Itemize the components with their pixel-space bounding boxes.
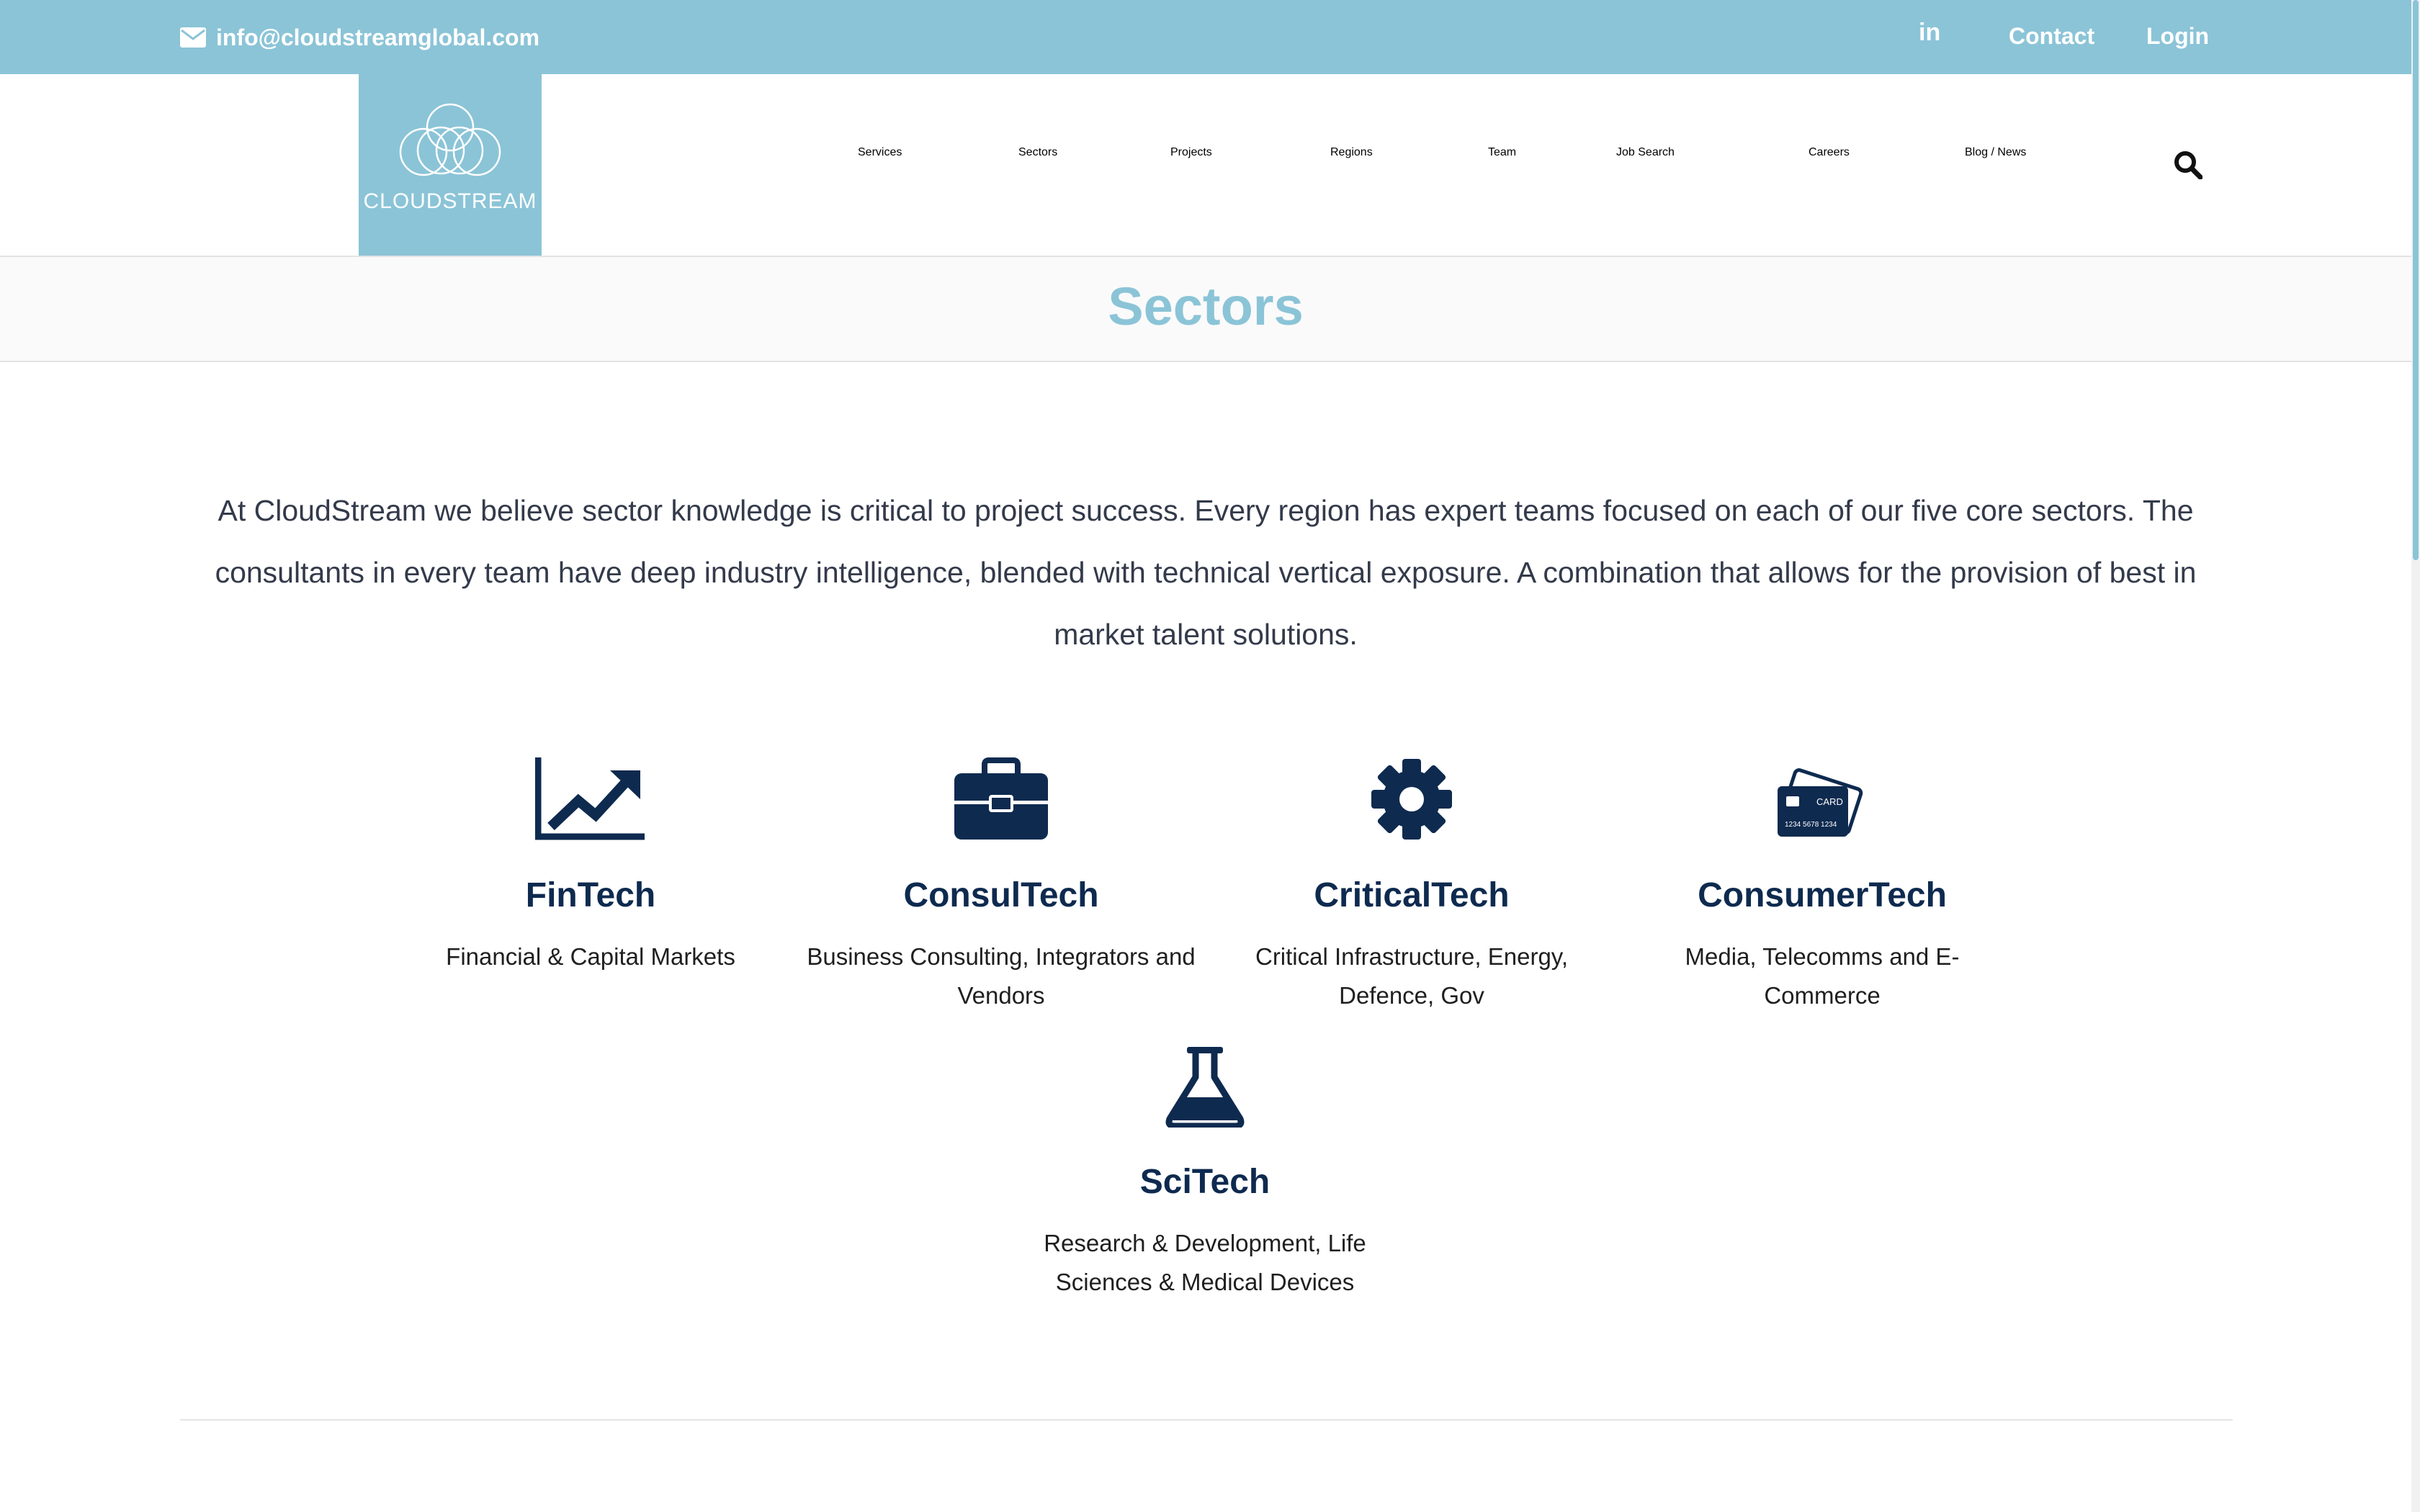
briefcase-icon [954,757,1048,840]
login-link[interactable]: Login [2146,23,2209,50]
sector-consultech[interactable]: ConsulTech Business Consulting, Integrat… [807,750,1196,1015]
page-title: Sectors [1108,276,1304,336]
sector-description: Media, Telecomms and E-Commerce [1685,943,1960,1009]
email-text: info@cloudstreamglobal.com [216,24,540,50]
flask-icon [1165,1047,1245,1128]
gear-icon [1371,759,1452,840]
sector-description: Financial & Capital Markets [446,943,735,970]
sector-name: FinTech [525,876,656,914]
sector-description: Research & Development, Life Sciences & … [1044,1230,1366,1295]
sector-description: Business Consulting, Integrators and Ven… [807,943,1196,1009]
contact-link[interactable]: Contact [2009,23,2094,50]
sector-name: ConsumerTech [1698,876,1947,914]
scrollbar-thumb[interactable] [2413,0,2419,560]
sector-name: ConsulTech [903,876,1099,914]
sector-fintech[interactable]: FinTech Financial & Capital Markets [396,750,785,976]
sector-scitech[interactable]: SciTech Research & Development, Life Sci… [1010,1037,1399,1302]
nav-item-blog-news[interactable]: Blog / News [1965,146,2026,159]
chart-line-icon [535,757,645,840]
page-title-bar: Sectors [0,257,2411,362]
top-bar: info@cloudstreamglobal.com in Contact Lo… [0,0,2411,74]
nav-item-regions[interactable]: Regions [1330,146,1373,159]
nav-item-services[interactable]: Services [858,146,902,159]
sector-name: SciTech [1139,1163,1270,1201]
credit-card-icon: CARD 1234 5678 1234 [1778,768,1863,837]
sector-consumertech[interactable]: CARD 1234 5678 1234 ConsumerTech Media, … [1628,750,2017,1015]
intro-paragraph: At CloudStream we believe sector knowled… [215,494,2197,651]
logo-text: CLOUDSTREAM [363,189,537,213]
sector-name: CriticalTech [1314,876,1510,914]
search-icon[interactable] [2174,150,2203,183]
sector-description: Critical Infrastructure, Energy, Defence… [1255,943,1569,1009]
nav-item-projects[interactable]: Projects [1170,146,1212,159]
email-link[interactable]: info@cloudstreamglobal.com [180,22,539,53]
svg-text:CARD: CARD [1816,796,1843,807]
envelope-icon [180,27,206,48]
scrollbar[interactable] [2411,0,2420,1512]
divider [180,1419,2233,1421]
svg-text:1234 5678 1234: 1234 5678 1234 [1785,821,1837,829]
sector-criticaltech[interactable]: CriticalTech Critical Infrastructure, En… [1217,750,1606,1015]
nav-item-team[interactable]: Team [1488,146,1516,159]
logo[interactable]: CLOUDSTREAM [359,74,542,256]
site-header: CLOUDSTREAM Services Sectors Projects Re… [0,74,2411,257]
nav-item-sectors[interactable]: Sectors [1018,146,1057,159]
cloudstream-logo-icon [399,103,501,176]
nav-item-job-search[interactable]: Job Search [1616,146,1675,159]
nav-item-careers[interactable]: Careers [1809,146,1850,159]
linkedin-icon[interactable]: in [1919,19,1940,47]
